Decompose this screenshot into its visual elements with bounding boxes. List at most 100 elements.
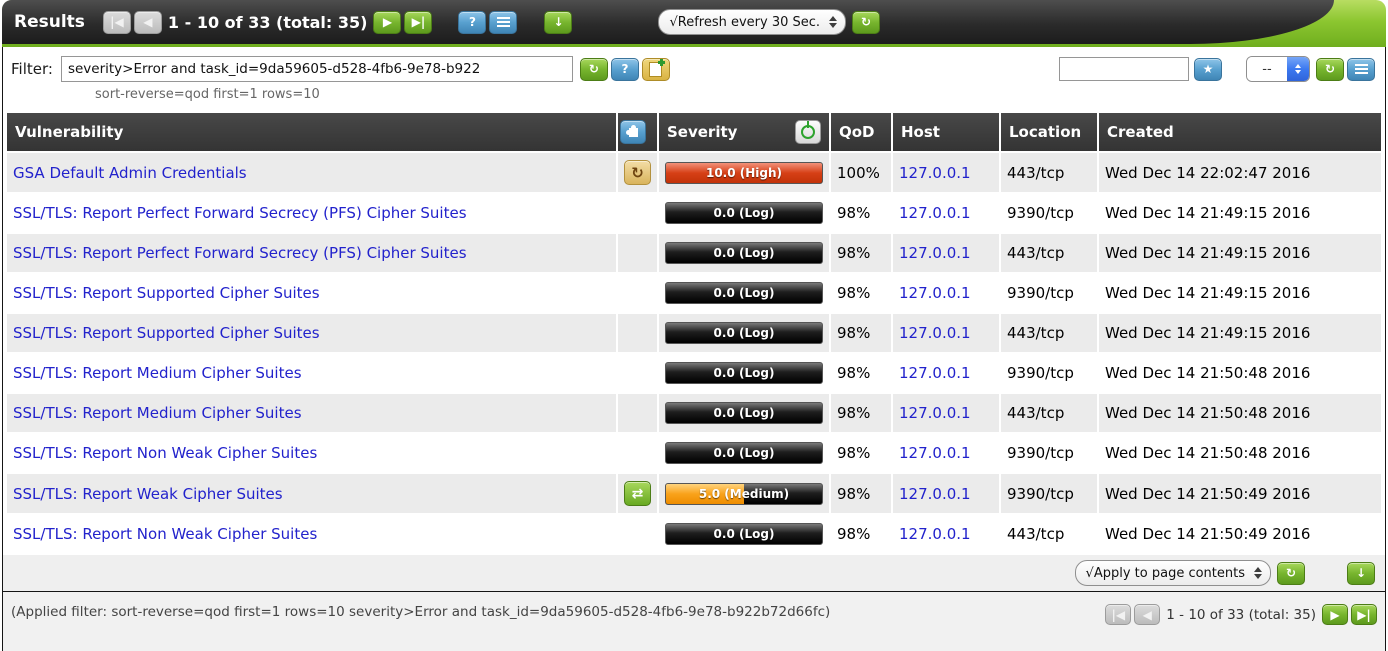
list-icon [497,17,510,28]
filter-name-input[interactable] [1059,57,1189,81]
host-link[interactable]: 127.0.0.1 [899,164,971,182]
filter-bar: Filter: ↻ ? sort-reverse=qod first=1 row… [3,47,1385,110]
refresh-button[interactable]: ↻ [852,11,880,34]
vendorfix-icon: ↻ [624,160,651,185]
filters-list-button[interactable] [1347,58,1375,81]
created-value: Wed Dec 14 21:49:15 2016 [1099,314,1381,352]
table-row: SSL/TLS: Report Supported Cipher Suites 0… [7,274,1381,312]
select-arrows-icon [1254,567,1262,579]
saved-filters-select[interactable]: -- [1246,56,1310,82]
column-header-severity[interactable]: Severity [659,113,829,151]
created-value: Wed Dec 14 21:50:49 2016 [1099,474,1381,513]
severity-bar: 0.0 (Log) [665,282,823,304]
table-row: GSA Default Admin Credentials ↻ 10.0 (High… [7,153,1381,192]
column-header-location[interactable]: Location [1001,113,1097,151]
vulnerability-link[interactable]: GSA Default Admin Credentials [13,164,247,182]
column-header-qod[interactable]: QoD [831,113,891,151]
filter-label: Filter: [11,60,53,78]
solution-type-button [620,120,646,144]
vulnerability-link[interactable]: SSL/TLS: Report Medium Cipher Suites [13,404,302,422]
severity-bar: 10.0 (High) [665,162,823,184]
location-value: 443/tcp [1001,394,1097,432]
host-link[interactable]: 127.0.0.1 [899,284,971,302]
filter-input[interactable] [61,56,573,82]
severity-bar: 0.0 (Log) [665,362,823,384]
footer-count: 1 - 10 of 33 (total: 35) [1166,607,1316,623]
dynamic-severity-button[interactable] [795,120,821,144]
host-link[interactable]: 127.0.0.1 [899,444,971,462]
column-header-created[interactable]: Created [1099,113,1381,151]
filter-new-button[interactable] [642,58,670,81]
created-value: Wed Dec 14 21:50:48 2016 [1099,354,1381,392]
help-button[interactable]: ? [458,11,486,34]
results-table: Vulnerability Severity QoD Host Location… [5,111,1383,555]
host-link[interactable]: 127.0.0.1 [899,204,971,222]
pagination-first-button[interactable]: |◀ [103,11,131,34]
saved-filter-refresh-button[interactable]: ↻ [1316,58,1344,81]
bulk-action-bar: √Apply to page contents ↻ ↓ [3,555,1385,591]
column-header-host[interactable]: Host [893,113,999,151]
content-frame: Filter: ↻ ? sort-reverse=qod first=1 row… [2,47,1386,651]
vulnerability-link[interactable]: SSL/TLS: Report Medium Cipher Suites [13,364,302,382]
vulnerability-link[interactable]: SSL/TLS: Report Supported Cipher Suites [13,284,320,302]
footer-first-button[interactable]: |◀ [1105,604,1131,625]
prev-page-icon: ◀ [1143,609,1152,621]
location-value: 443/tcp [1001,153,1097,192]
footer-next-button[interactable]: ▶ [1322,604,1348,625]
host-link[interactable]: 127.0.0.1 [899,404,971,422]
footer-prev-button[interactable]: ◀ [1134,604,1160,625]
host-link[interactable]: 127.0.0.1 [899,324,971,342]
filter-help-button[interactable]: ? [611,58,639,81]
save-filter-star-button[interactable]: ★ [1194,58,1222,81]
footer-pagination: |◀ ◀ 1 - 10 of 33 (total: 35) ▶ ▶| [1105,604,1377,625]
filter-update-button[interactable]: ↻ [580,58,608,81]
pagination-prev-button[interactable]: ◀ [134,11,162,34]
column-header-vulnerability[interactable]: Vulnerability [7,113,616,151]
pagination-last-button[interactable]: ▶| [404,11,432,34]
severity-label: 0.0 (Log) [666,363,822,383]
created-value: Wed Dec 14 21:50:48 2016 [1099,434,1381,472]
qod-value: 98% [831,314,891,352]
vulnerability-link[interactable]: SSL/TLS: Report Perfect Forward Secrecy … [13,204,467,222]
table-row: SSL/TLS: Report Supported Cipher Suites 0… [7,314,1381,352]
vulnerability-link[interactable]: SSL/TLS: Report Non Weak Cipher Suites [13,525,317,543]
qod-value: 100% [831,153,891,192]
vulnerability-link[interactable]: SSL/TLS: Report Supported Cipher Suites [13,324,320,342]
table-row: SSL/TLS: Report Medium Cipher Suites 0.0 … [7,394,1381,432]
star-icon: ★ [1203,63,1214,75]
saved-filter-value: -- [1247,57,1287,81]
refresh-interval-select[interactable]: √Refresh every 30 Sec. [658,9,846,35]
first-page-icon: |◀ [1111,609,1125,621]
filter-subtext: sort-reverse=qod first=1 rows=10 [95,87,670,102]
page-title: Results [14,12,85,32]
select-chevrons-icon [1287,57,1309,81]
qod-value: 98% [831,434,891,472]
created-value: Wed Dec 14 22:02:47 2016 [1099,153,1381,192]
footer-last-button[interactable]: ▶| [1351,604,1377,625]
host-link[interactable]: 127.0.0.1 [899,244,971,262]
download-button[interactable]: ↓ [544,11,572,34]
host-link[interactable]: 127.0.0.1 [899,485,971,503]
bulk-download-button[interactable]: ↓ [1347,562,1375,585]
refresh-interval-label: √Refresh every 30 Sec. [669,15,820,30]
vulnerability-link[interactable]: SSL/TLS: Report Perfect Forward Secrecy … [13,244,467,262]
created-value: Wed Dec 14 21:49:15 2016 [1099,234,1381,272]
qod-value: 98% [831,194,891,232]
qod-value: 98% [831,274,891,312]
severity-bar: 0.0 (Log) [665,322,823,344]
results-page: Results |◀ ◀ 1 - 10 of 33 (total: 35) ▶ … [2,0,1386,651]
list-button[interactable] [489,11,517,34]
apply-select[interactable]: √Apply to page contents [1075,560,1271,586]
pagination-next-button[interactable]: ▶ [373,11,401,34]
severity-label: 0.0 (Log) [666,403,822,423]
severity-label: 0.0 (Log) [666,203,822,223]
vulnerability-link[interactable]: SSL/TLS: Report Non Weak Cipher Suites [13,444,317,462]
location-value: 9390/tcp [1001,354,1097,392]
host-link[interactable]: 127.0.0.1 [899,364,971,382]
table-row: SSL/TLS: Report Perfect Forward Secrecy … [7,194,1381,232]
puzzle-icon [629,128,638,137]
host-link[interactable]: 127.0.0.1 [899,525,971,543]
apply-refresh-button[interactable]: ↻ [1277,562,1305,585]
vulnerability-link[interactable]: SSL/TLS: Report Weak Cipher Suites [13,485,283,503]
help-icon: ? [469,16,476,28]
